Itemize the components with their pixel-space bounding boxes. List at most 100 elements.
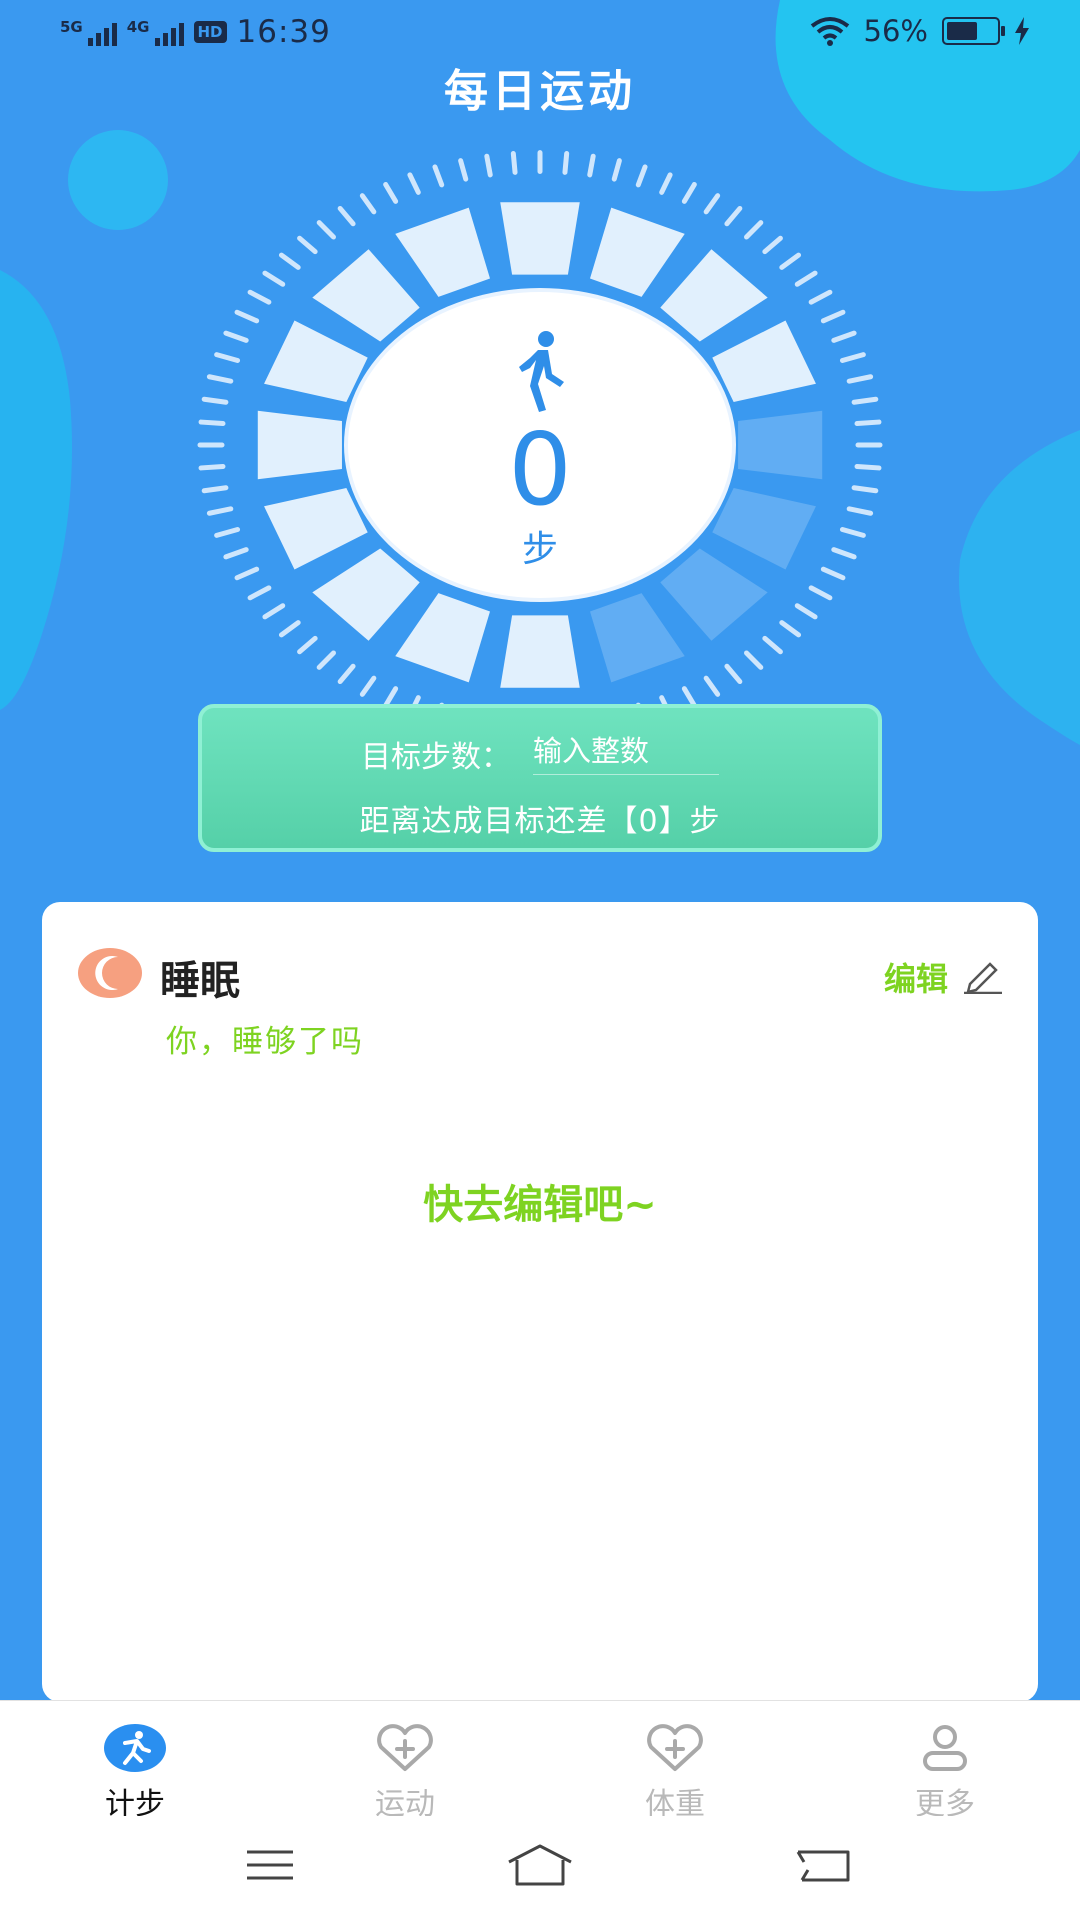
dial-tick: [214, 352, 241, 363]
edit-sleep-button[interactable]: 编辑: [884, 954, 1004, 1000]
dial-tick: [744, 650, 764, 670]
dial-tick: [681, 181, 697, 204]
heart-plus-icon: [377, 1724, 433, 1771]
dial-tick: [484, 153, 493, 178]
dial-tick: [744, 220, 764, 240]
dial-tick: [820, 309, 846, 324]
dial-tick: [831, 547, 857, 560]
dial-tick: [703, 675, 721, 697]
nav-item-weight[interactable]: 体重: [540, 1701, 810, 1822]
dial-segment: [395, 207, 490, 297]
sleep-card-title: 睡眠: [160, 958, 240, 1004]
dial-tick: [201, 485, 229, 494]
dial-tick: [337, 663, 356, 685]
dial-tick: [794, 270, 818, 287]
dial-tick: [316, 650, 336, 670]
dial-tick: [316, 220, 336, 240]
dial-tick: [831, 330, 857, 343]
goal-label: 目标步数：: [361, 740, 511, 775]
dial-tick: [808, 585, 833, 601]
nav-item-steps[interactable]: 计步: [0, 1701, 270, 1822]
dial-tick: [794, 603, 818, 620]
dial-tick: [562, 151, 570, 175]
charging-icon: [1015, 17, 1029, 45]
dial-tick: [659, 172, 673, 195]
runner-icon: [104, 1724, 166, 1772]
bottom-nav: 计步 运动 体重 更多: [0, 1700, 1080, 1822]
walking-person-icon: [519, 331, 564, 412]
dial-tick: [206, 506, 234, 516]
dial-segment: [257, 410, 342, 480]
dial-tick: [851, 485, 879, 494]
edit-label: 编辑: [883, 960, 948, 998]
dial-tick: [846, 506, 874, 516]
step-count: 0: [508, 411, 572, 528]
dial-segment: [590, 593, 685, 683]
dial-tick: [839, 352, 866, 363]
dial-segment: [500, 202, 580, 275]
dial-tick: [247, 585, 272, 601]
dial-tick: [846, 374, 874, 384]
dial-segment: [738, 410, 823, 480]
sim2-signal-icon: 4G: [127, 18, 184, 46]
dial-tick: [359, 193, 377, 215]
goal-remaining-text: 距离达成目标还差【0】步: [359, 804, 721, 839]
nav-item-more[interactable]: 更多: [810, 1701, 1080, 1822]
user-icon: [923, 1725, 967, 1771]
dial-tick: [510, 151, 518, 175]
dial-tick: [337, 205, 356, 227]
dial-tick: [359, 675, 377, 697]
dial-segment: [264, 320, 368, 402]
dial-tick: [223, 330, 249, 343]
dial-segment: [660, 249, 768, 342]
sleep-card-subtitle: 你，睡够了吗: [166, 1024, 364, 1060]
dial-tick: [234, 566, 260, 581]
dial-tick: [635, 164, 648, 188]
system-nav-bar: [0, 1816, 1080, 1920]
heart-plus-icon: [647, 1724, 703, 1771]
status-bar-left: 5G 4G HD 16:39: [60, 14, 331, 50]
dial-tick: [779, 620, 802, 638]
dial-tick: [839, 527, 866, 538]
sim1-label: 5G: [60, 18, 83, 36]
step-unit: 步: [521, 529, 558, 570]
dial-tick: [611, 158, 622, 182]
home-icon[interactable]: [505, 1840, 575, 1890]
dial-tick: [820, 566, 846, 581]
pencil-icon: [964, 962, 1002, 994]
nav-item-exercise[interactable]: 运动: [270, 1701, 540, 1822]
dial-segment: [395, 593, 490, 683]
dial-tick: [724, 205, 743, 227]
dial-tick: [724, 663, 743, 685]
dial-tick: [854, 419, 882, 427]
battery-icon: [942, 17, 1005, 45]
svg-text:z: z: [114, 966, 120, 979]
wifi-icon: [810, 17, 849, 46]
dial-tick: [703, 193, 721, 215]
dial-tick: [762, 235, 783, 255]
goal-row: 目标步数：: [202, 732, 878, 776]
back-icon[interactable]: [790, 1840, 860, 1890]
menu-icon[interactable]: [235, 1840, 305, 1890]
dial-segment: [712, 320, 816, 402]
dial-tick: [808, 289, 833, 305]
dial-segment: [590, 207, 685, 297]
dial-tick: [278, 620, 301, 638]
dial-tick: [762, 635, 783, 655]
dial-tick: [247, 289, 272, 305]
sleep-card: z 睡眠 编辑 你，睡够了吗 快去编辑吧~: [42, 902, 1038, 1702]
dial-tick: [262, 270, 286, 287]
dial-tick: [383, 181, 399, 204]
page-title: 每日运动: [444, 66, 636, 117]
goal-steps-input[interactable]: [533, 733, 719, 775]
dial-tick: [383, 686, 399, 709]
dial-tick: [206, 374, 234, 384]
dial-tick: [407, 172, 421, 195]
dial-tick: [297, 235, 318, 255]
dial-tick: [198, 419, 226, 427]
clock: 16:39: [236, 14, 331, 50]
dial-tick: [854, 463, 882, 471]
dial-segment: [500, 615, 580, 688]
dial-segment: [312, 249, 420, 342]
sim1-signal-icon: 5G: [60, 18, 117, 46]
